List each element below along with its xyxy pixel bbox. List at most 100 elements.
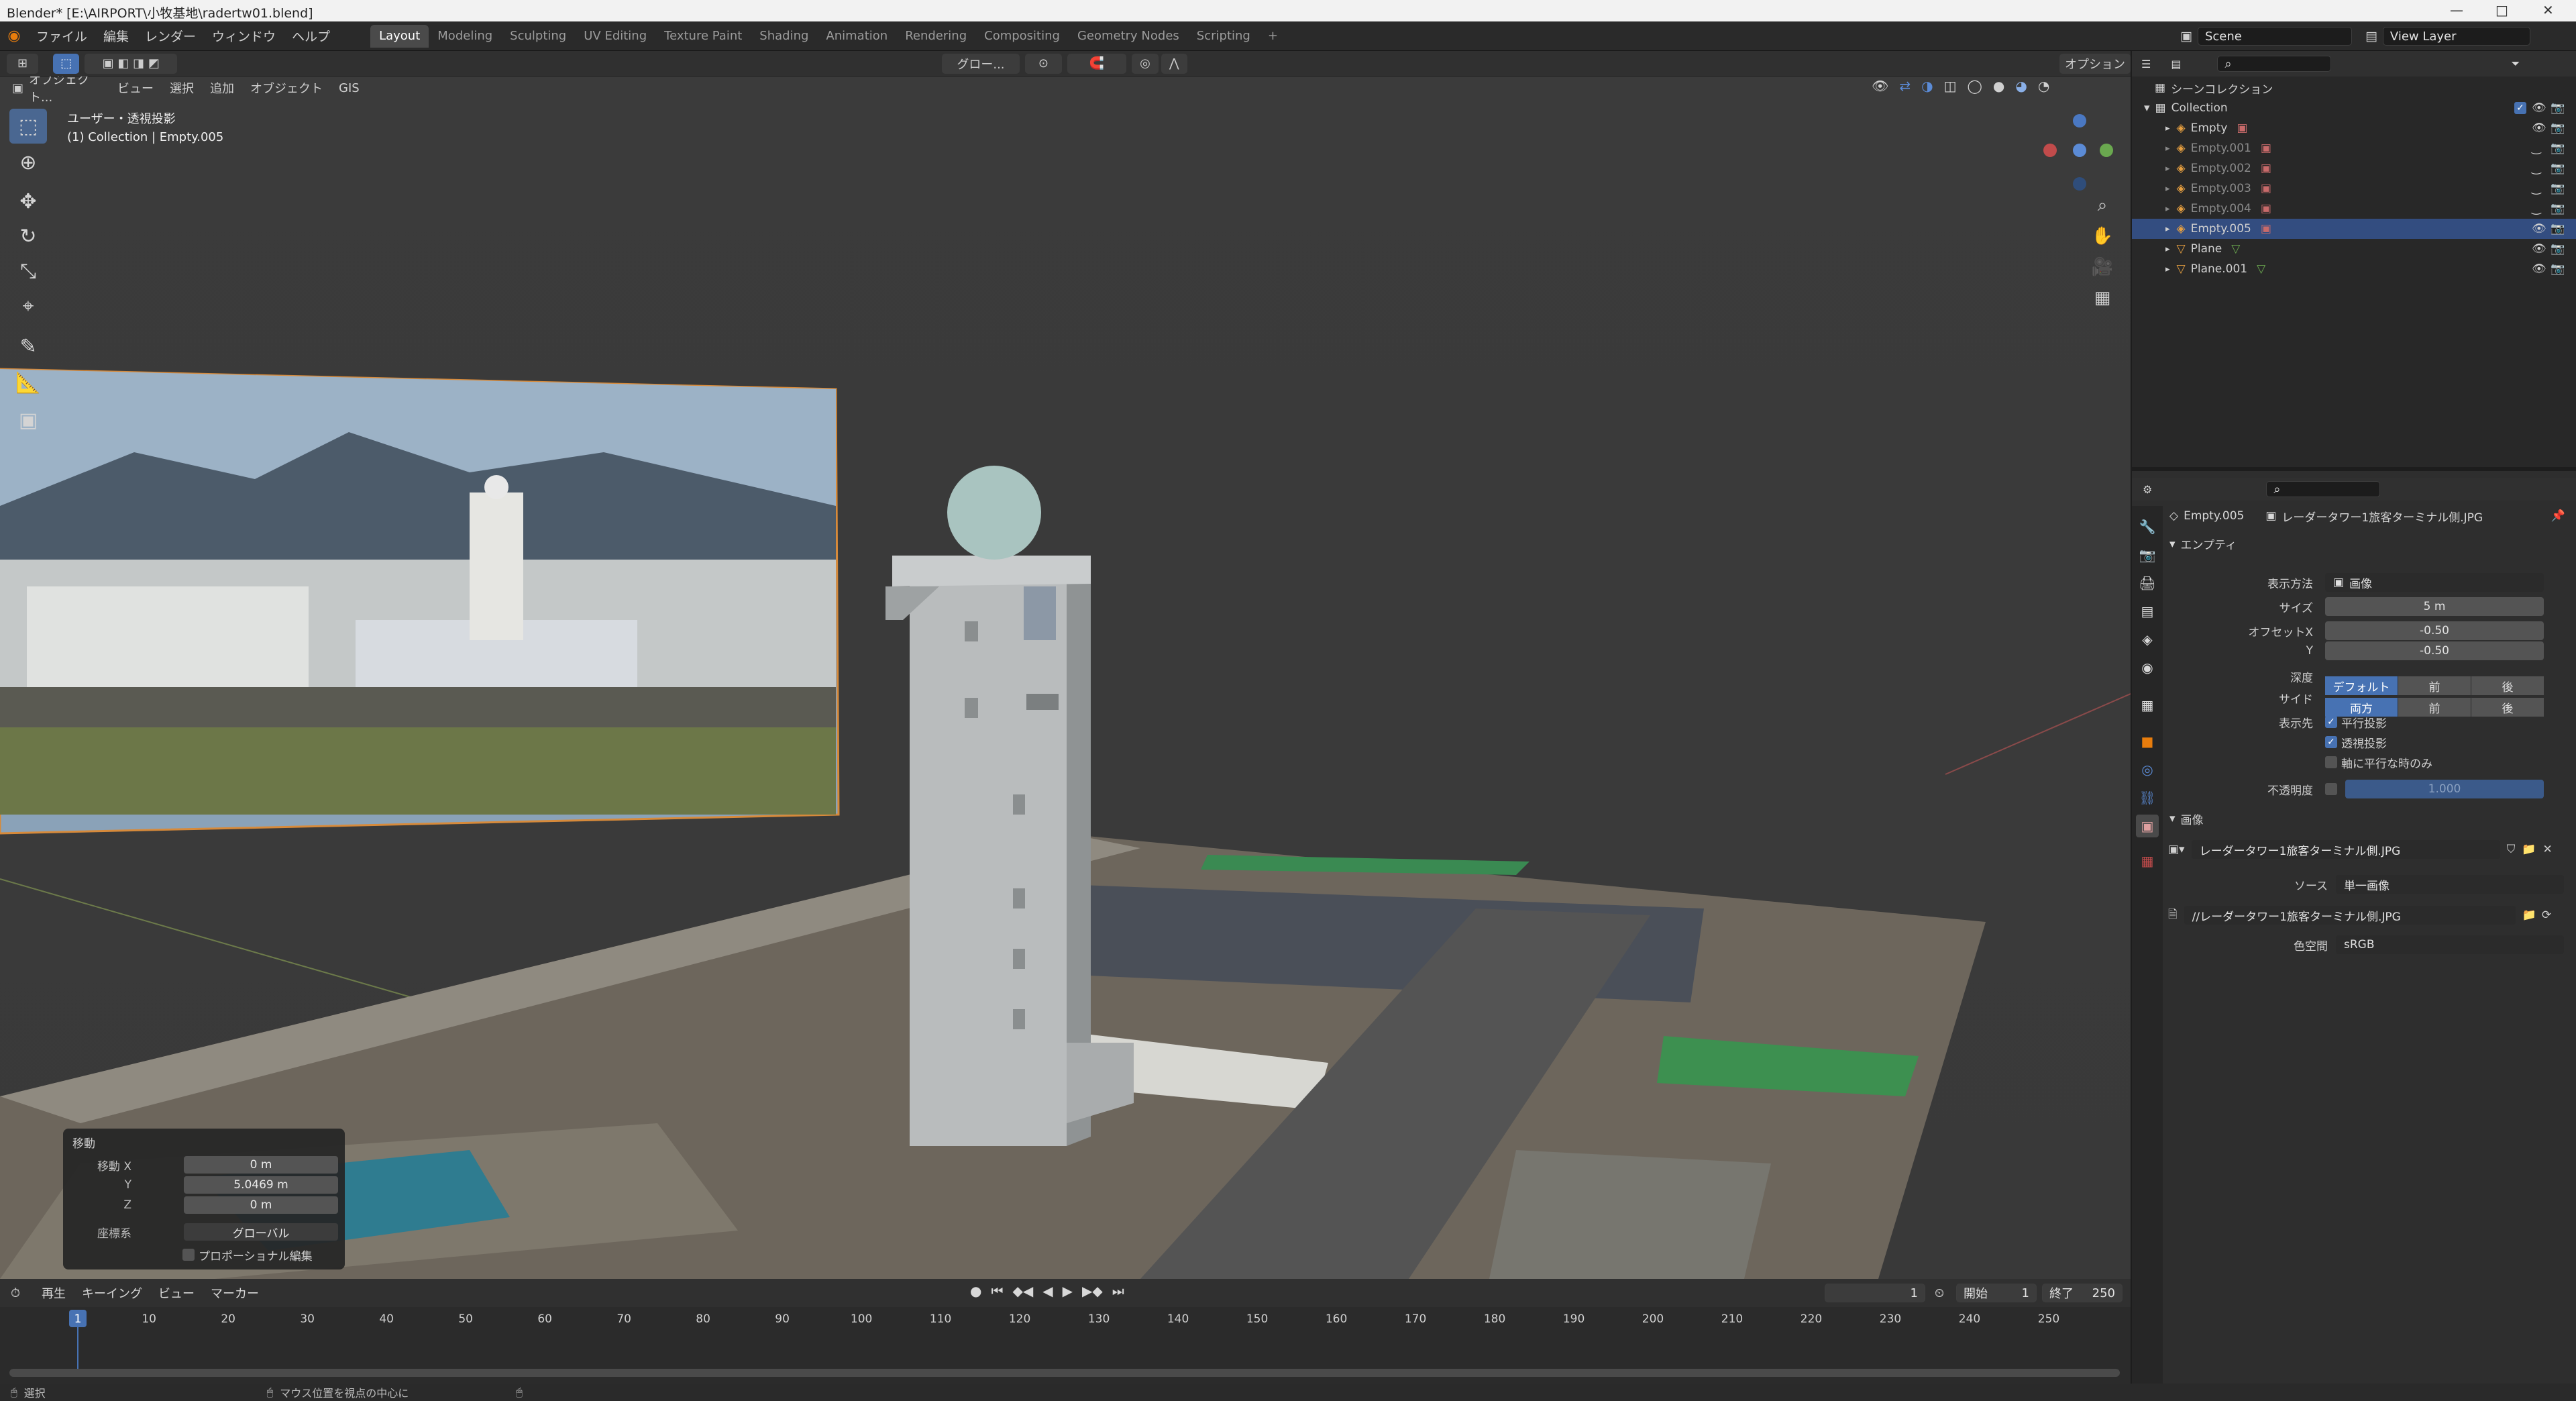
snap-icon[interactable]: 🧲: [1067, 53, 1127, 74]
workspace-tab-compositing[interactable]: Compositing: [975, 25, 1069, 48]
blender-logo-icon[interactable]: ◉: [0, 28, 28, 44]
eye-icon[interactable]: 👁: [2532, 242, 2546, 256]
outliner-item-empty-003[interactable]: ▸ ◈ Empty.003 ▣ ‿ 📷: [2132, 178, 2576, 199]
exclude-checkbox[interactable]: ✓: [2514, 102, 2526, 114]
object-tab-icon[interactable]: ■: [2136, 730, 2159, 753]
camera-icon[interactable]: 🎥: [2089, 254, 2116, 280]
render-icon[interactable]: 📷: [2551, 262, 2565, 276]
expand-icon[interactable]: ▸: [2165, 204, 2170, 214]
workspace-tab-rendering[interactable]: Rendering: [896, 25, 975, 48]
transform-tool-icon[interactable]: ⌖: [9, 289, 47, 323]
colorspace-dropdown[interactable]: sRGB: [2336, 935, 2564, 954]
expand-icon[interactable]: ▾: [2144, 101, 2150, 115]
maximize-button[interactable]: □: [2496, 2, 2508, 18]
close-button[interactable]: ✕: [2542, 2, 2554, 18]
outliner-editor-icon[interactable]: ☰: [2141, 58, 2151, 70]
transform-orientation[interactable]: グロー...: [941, 53, 1020, 74]
render-icon[interactable]: 📷: [2551, 142, 2565, 155]
operator-row-value[interactable]: 0 m: [184, 1156, 338, 1174]
open-folder-icon[interactable]: 📁: [2522, 843, 2536, 856]
properties-editor-icon[interactable]: ⚙: [2143, 483, 2152, 496]
proportional-edit-icon[interactable]: ◎: [1132, 53, 1159, 74]
measure-tool-icon[interactable]: 📐: [9, 365, 47, 400]
size-field[interactable]: 5 m: [2325, 597, 2544, 616]
outliner-item-empty-004[interactable]: ▸ ◈ Empty.004 ▣ ‿ 📷: [2132, 199, 2576, 219]
expand-icon[interactable]: ▸: [2165, 244, 2170, 254]
view-layer-tab-icon[interactable]: ▤: [2136, 600, 2159, 623]
workspace-tab-texture-paint[interactable]: Texture Paint: [655, 25, 751, 48]
expand-icon[interactable]: ▸: [2165, 144, 2170, 154]
render-tab-icon[interactable]: 📷: [2136, 543, 2159, 566]
render-icon[interactable]: 📷: [2551, 222, 2565, 236]
expand-icon[interactable]: ▸: [2165, 264, 2170, 274]
render-icon[interactable]: 📷: [2551, 121, 2565, 135]
3d-viewport[interactable]: ▣ オブジェクト... ビュー 選択 追加 オブジェクト GIS 👁 ⇄ ◑ ◫ ◯ ●…: [0, 76, 2131, 1279]
opacity-field[interactable]: 1.000: [2345, 780, 2544, 798]
show-option[interactable]: 軸に平行な時のみ: [2325, 754, 2432, 771]
constraints-tab-icon[interactable]: ⛓: [2136, 786, 2159, 809]
workspace-tab-modeling[interactable]: Modeling: [429, 25, 501, 48]
expand-icon[interactable]: ▸: [2165, 123, 2170, 134]
pan-icon[interactable]: ✋: [2089, 223, 2116, 250]
browse-file-icon[interactable]: 📁: [2522, 909, 2536, 922]
show-option-checkbox[interactable]: ✓: [2325, 736, 2337, 748]
minimize-button[interactable]: —: [2450, 2, 2463, 18]
show-option-checkbox[interactable]: ✓: [2325, 716, 2337, 728]
expand-icon[interactable]: ▸: [2165, 164, 2170, 174]
menu-0[interactable]: ファイル: [28, 21, 95, 51]
eye-icon[interactable]: 👁: [2532, 121, 2546, 135]
collection-row[interactable]: ▾ ▦ Collection ✓ 👁 📷: [2132, 98, 2576, 118]
show-option[interactable]: ✓ 透視投影: [2325, 734, 2387, 751]
outliner-search[interactable]: ⌕: [2217, 56, 2332, 72]
view-layer-selector[interactable]: View Layer: [2382, 27, 2530, 46]
eye-icon[interactable]: ‿: [2532, 162, 2541, 175]
rotate-tool-icon[interactable]: ↻: [9, 219, 47, 254]
operator-row-value[interactable]: 0 m: [184, 1196, 338, 1214]
menu-3[interactable]: ウィンドウ: [204, 21, 284, 51]
workspace-tab-geometry-nodes[interactable]: Geometry Nodes: [1069, 25, 1188, 48]
display-as-dropdown[interactable]: ▣ 画像: [2325, 573, 2544, 592]
image-section-header[interactable]: ▾ 画像: [2169, 809, 2572, 828]
display-mode-icon[interactable]: ▤: [2171, 58, 2181, 70]
eye-icon[interactable]: 👁: [2532, 101, 2546, 115]
outliner-item-plane[interactable]: ▸ ▽ Plane ▽ 👁 📷: [2132, 239, 2576, 259]
render-icon[interactable]: 📷: [2551, 242, 2565, 256]
render-icon[interactable]: 📷: [2551, 182, 2565, 195]
unlink-icon[interactable]: ✕: [2543, 843, 2553, 856]
timeline-scrollbar[interactable]: [9, 1369, 2120, 1377]
workspace-tab-uv-editing[interactable]: UV Editing: [575, 25, 655, 48]
scene-selector[interactable]: Scene: [2197, 27, 2352, 46]
render-icon[interactable]: 📷: [2551, 202, 2565, 215]
image-datablock-field[interactable]: レーダータワー1旅客ターミナル側.JPG: [2191, 840, 2500, 859]
fake-user-icon[interactable]: ⛉: [2507, 843, 2516, 856]
pin-icon[interactable]: 📌: [2551, 509, 2565, 523]
image-browse-icon[interactable]: ▣▾: [2168, 843, 2185, 856]
menu-4[interactable]: ヘルプ: [284, 21, 338, 51]
render-icon[interactable]: 📷: [2551, 101, 2565, 115]
texture-tab-icon[interactable]: ▦: [2136, 849, 2159, 872]
empty-section-header[interactable]: ▾ エンプティ: [2169, 535, 2237, 553]
scene-collection-row[interactable]: ▦ シーンコレクション: [2132, 78, 2576, 98]
pivot-icon[interactable]: ⊙: [1024, 53, 1062, 74]
expand-icon[interactable]: ▸: [2165, 184, 2170, 194]
output-tab-icon[interactable]: 🖨: [2136, 572, 2159, 594]
editor-type-icon[interactable]: ⊞: [7, 53, 39, 74]
proportional-checkbox[interactable]: [182, 1249, 195, 1261]
show-option[interactable]: ✓ 平行投影: [2325, 714, 2387, 731]
workspace-tab-animation[interactable]: Animation: [817, 25, 896, 48]
properties-search[interactable]: ⌕: [2266, 481, 2381, 497]
scene-tab-icon[interactable]: ◈: [2136, 628, 2159, 651]
outliner-item-plane-001[interactable]: ▸ ▽ Plane.001 ▽ 👁 📷: [2132, 259, 2576, 279]
source-dropdown[interactable]: 単一画像: [2336, 875, 2564, 894]
select-tool-icon[interactable]: ⬚: [9, 109, 47, 144]
operator-title[interactable]: 移動: [72, 1134, 95, 1151]
reload-icon[interactable]: ⟳: [2542, 909, 2551, 922]
filter-icon[interactable]: ⏷: [2511, 57, 2520, 70]
orientation-field[interactable]: グローバル: [184, 1223, 338, 1241]
zoom-icon[interactable]: ⌕: [2089, 192, 2116, 219]
workspace-tab-scripting[interactable]: Scripting: [1188, 25, 1259, 48]
menu-1[interactable]: 編集: [95, 21, 137, 51]
collection-tab-icon[interactable]: ▦: [2136, 694, 2159, 717]
tool-tab-icon[interactable]: 🔧: [2136, 515, 2159, 538]
workspace-tab-shading[interactable]: Shading: [751, 25, 817, 48]
